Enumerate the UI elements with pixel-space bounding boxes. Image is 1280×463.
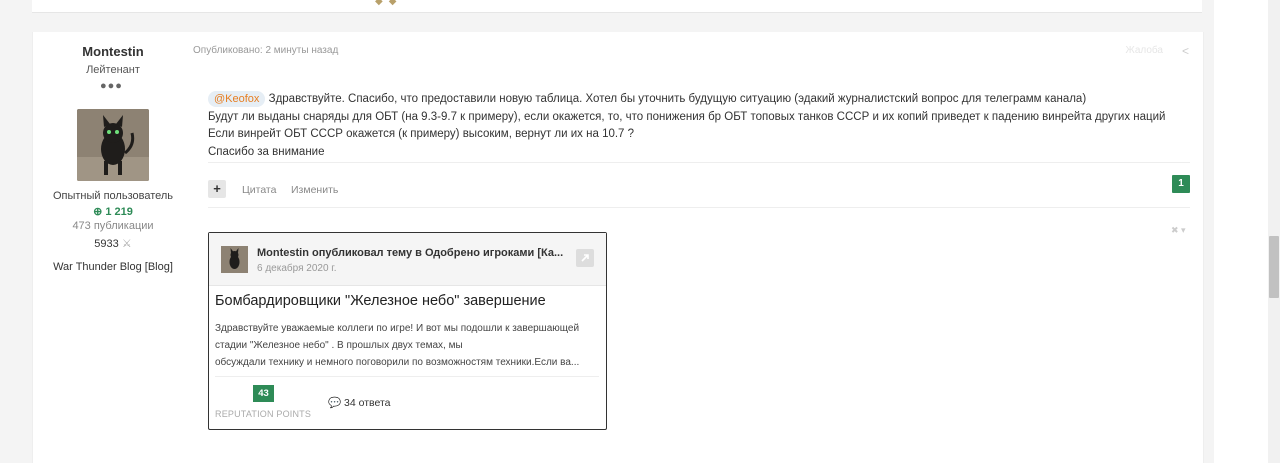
- external-link-glyph: [581, 254, 589, 262]
- plus-circle-icon: ⊕: [93, 206, 103, 218]
- author-group: Опытный пользователь: [52, 190, 174, 202]
- like-count-badge[interactable]: 1: [1172, 175, 1190, 193]
- report-link[interactable]: Жалоба: [1126, 45, 1163, 56]
- points-value: 5933: [94, 238, 119, 250]
- scrollbar-thumb[interactable]: [1269, 236, 1279, 298]
- mention[interactable]: @Keofox: [208, 91, 266, 107]
- reputation: ⊕ 1 219: [33, 205, 193, 218]
- quote-button[interactable]: Цитата: [242, 184, 276, 196]
- topic-title[interactable]: Бомбардировщики "Железное небо" завершен…: [215, 293, 546, 309]
- replies-count: 💬 34 ответа: [328, 396, 391, 409]
- content-line-2: Будут ли выданы снаряды для ОБТ (на 9.3-…: [208, 110, 1166, 123]
- divider: [208, 162, 1190, 163]
- excerpt-line: стадии "Железное небо" . В прошлых двух …: [215, 340, 463, 351]
- signature-divider: [208, 207, 1190, 208]
- author-rank: Лейтенант: [86, 64, 140, 76]
- content-text-1: Здравствуйте. Спасибо, что предоставили …: [265, 93, 1087, 105]
- cat-avatar-small: [221, 246, 248, 273]
- replies-text: 34 ответа: [344, 397, 391, 409]
- edit-button[interactable]: Изменить: [291, 184, 338, 196]
- author-name[interactable]: Montestin: [33, 44, 193, 59]
- share-icon[interactable]: <: [1182, 44, 1189, 58]
- topic-embed[interactable]: Montestin опубликовал тему в Одобрено иг…: [208, 232, 607, 430]
- embed-avatar[interactable]: [221, 246, 248, 273]
- rank-pips: ●●●: [100, 80, 123, 92]
- signature-hide-icon[interactable]: ✖ ▾: [1171, 225, 1186, 236]
- right-gutter: [1214, 0, 1268, 463]
- topic-excerpt: Здравствуйте уважаемые коллеги по игре! …: [215, 320, 600, 371]
- blog-link[interactable]: War Thunder Blog [Blog]: [33, 261, 193, 273]
- content-line-4: Спасибо за внимание: [208, 145, 325, 158]
- avatar[interactable]: [77, 109, 149, 181]
- reaction-icons: ◆◆: [375, 0, 403, 7]
- cat-avatar-image: [77, 109, 149, 181]
- previous-post-bottom: ◆◆: [32, 0, 1202, 13]
- embed-header-text[interactable]: Montestin опубликовал тему в Одобрено иг…: [257, 247, 575, 259]
- multiquote-button[interactable]: +: [208, 180, 226, 198]
- embed-divider: [215, 376, 599, 377]
- embed-header: Montestin опубликовал тему в Одобрено иг…: [209, 233, 606, 286]
- points: 5933 ⚔: [33, 237, 193, 250]
- speech-bubble-icon: 💬: [328, 397, 342, 409]
- posts-count: 473 публикации: [72, 220, 154, 232]
- post-content: @Keofox Здравствуйте. Спасибо, что предо…: [208, 91, 1198, 161]
- reputation-label: REPUTATION POINTS: [215, 409, 312, 419]
- reputation-value: 1 219: [105, 206, 133, 218]
- excerpt-line: обсуждали технику и немного поговорили п…: [215, 357, 580, 368]
- excerpt-line: Здравствуйте уважаемые коллеги по игре! …: [215, 323, 580, 334]
- scrollbar-track[interactable]: [1268, 0, 1280, 463]
- embed-date: 6 декабря 2020 г.: [257, 263, 337, 274]
- external-link-icon[interactable]: [576, 249, 594, 267]
- topic-reputation-badge: 43: [253, 385, 274, 402]
- forum-post: Montestin Лейтенант ●●● Опытный пользова…: [32, 32, 1204, 463]
- content-line-1: @Keofox Здравствуйте. Спасибо, что предо…: [208, 91, 1198, 109]
- crossed-swords-icon: ⚔: [121, 238, 132, 250]
- post-date[interactable]: Опубликовано: 2 минуты назад: [193, 45, 338, 56]
- content-line-3: Если винрейт ОБТ СССР окажется (к пример…: [208, 128, 635, 140]
